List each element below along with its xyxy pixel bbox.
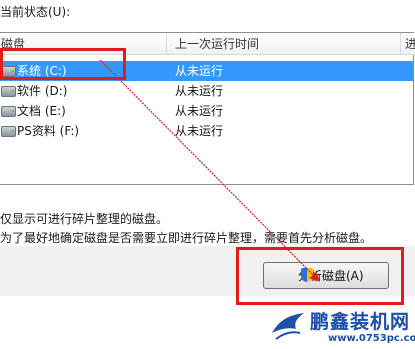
bird-icon: [272, 313, 304, 340]
annotation-arrow: [99, 59, 320, 282]
watermark-title: 鹏鑫装机网: [310, 311, 411, 333]
watermark-logo: 鹏鑫装机网 www.0753pc.com: [270, 305, 415, 349]
watermark-url: www.0753pc.com: [328, 333, 415, 344]
